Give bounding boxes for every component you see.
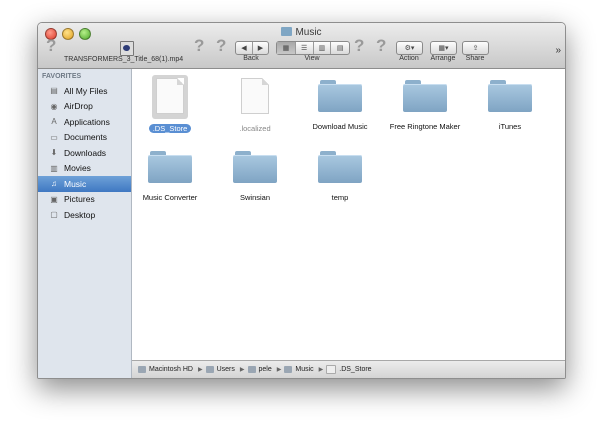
sidebar-item-airdrop[interactable]: ◉ AirDrop [38, 99, 131, 115]
sidebar-item-desktop[interactable]: ▢ Desktop [38, 207, 131, 223]
airdrop-icon: ◉ [50, 101, 58, 111]
forward-arrow-icon[interactable]: ▶ [253, 42, 268, 54]
folder-icon [318, 149, 362, 183]
folder-icon [281, 27, 293, 36]
folder-icon [403, 78, 447, 112]
folder-item-temp[interactable]: temp [300, 149, 380, 202]
document-icon [156, 78, 184, 114]
path-crumb-music[interactable]: Music [284, 366, 314, 373]
path-crumb-ds-store[interactable]: .DS_Store [326, 365, 372, 374]
path-separator-icon: ▶ [197, 367, 203, 373]
folder-item-itunes[interactable]: iTunes [470, 78, 550, 131]
file-label: .DS_Store [148, 124, 192, 133]
sidebar-item-applications[interactable]: A Applications [38, 114, 131, 130]
video-file-icon[interactable] [120, 41, 134, 56]
music-icon: ♫ [51, 179, 57, 189]
path-crumb-users[interactable]: Users [205, 366, 235, 373]
sidebar-item-music[interactable]: ♫ Music [38, 176, 131, 192]
path-separator-icon: ▶ [318, 367, 324, 373]
list-view-icon[interactable]: ☰ [296, 42, 314, 54]
column-view-icon[interactable]: ▥ [314, 42, 332, 54]
action-label: Action [399, 55, 419, 62]
share-button[interactable]: ⇪ [462, 41, 489, 55]
home-icon [247, 366, 256, 373]
sidebar-item-movies[interactable]: ▥ Movies [38, 161, 131, 177]
folder-icon [233, 149, 277, 183]
all-files-icon: ▤ [50, 86, 58, 96]
title-bar: Music ? TRANSFORMERS_3_Title_68(1).mp4 ?… [38, 23, 565, 69]
folder-icon [148, 149, 192, 183]
path-bar: Macintosh HD ▶ Users ▶ pele ▶ Music ▶ .D… [132, 360, 565, 378]
arrange-button[interactable]: ▦▾ [430, 41, 457, 55]
movies-icon: ▥ [50, 163, 58, 173]
file-label: Music Converter [142, 193, 198, 202]
folder-item-music-converter[interactable]: Music Converter [130, 149, 210, 202]
back-arrow-icon[interactable]: ◀ [236, 42, 253, 54]
documents-icon: ▭ [50, 132, 58, 142]
view-control: ▦ ☰ ▥ ▤ [276, 41, 350, 55]
document-icon [326, 365, 337, 374]
desktop-icon: ▢ [50, 210, 58, 220]
folder-item-free-ringtone-maker[interactable]: Free Ringtone Maker [385, 78, 465, 131]
view-label: View [304, 55, 320, 62]
unknown-toolbar-item-icon[interactable]: ? [194, 36, 204, 56]
file-label: Swinsian [239, 193, 270, 202]
unknown-toolbar-item-icon[interactable]: ? [376, 36, 386, 56]
sidebar-item-downloads[interactable]: ⬇ Downloads [38, 145, 131, 161]
finder-window: Music ? TRANSFORMERS_3_Title_68(1).mp4 ?… [37, 22, 566, 379]
unknown-toolbar-item-icon[interactable]: ? [46, 36, 56, 56]
file-label: Free Ringtone Maker [389, 122, 461, 131]
file-label: Download Music [312, 122, 368, 131]
document-icon [241, 78, 269, 114]
file-label: iTunes [498, 122, 522, 131]
file-item-localized[interactable]: .localized [215, 78, 295, 133]
folder-icon [205, 366, 214, 373]
file-label: .localized [239, 124, 271, 133]
coverflow-view-icon[interactable]: ▤ [331, 42, 349, 54]
action-button[interactable]: ⚙▾ [396, 41, 423, 55]
folder-item-swinsian[interactable]: Swinsian [215, 149, 295, 202]
unknown-toolbar-item-icon[interactable]: ? [354, 36, 364, 56]
sidebar-item-documents[interactable]: ▭ Documents [38, 130, 131, 146]
gear-icon: ⚙▾ [404, 45, 415, 52]
toolbar-overflow-chevron-icon[interactable]: » [555, 45, 561, 56]
folder-icon [488, 78, 532, 112]
path-separator-icon: ▶ [239, 367, 245, 373]
recent-file-label[interactable]: TRANSFORMERS_3_Title_68(1).mp4 [64, 56, 183, 63]
downloads-icon: ⬇ [50, 148, 58, 158]
path-crumb-macintosh-hd[interactable]: Macintosh HD [138, 366, 193, 373]
file-icon-grid: .DS_Store .localized Download Music Free… [132, 69, 565, 360]
window-title: Music [38, 27, 565, 38]
applications-icon: A [51, 117, 57, 127]
path-separator-icon: ▶ [276, 367, 282, 373]
hard-drive-icon [138, 366, 146, 373]
file-item-ds-store[interactable]: .DS_Store [130, 75, 210, 133]
sidebar: FAVORITES ▤ All My Files ◉ AirDrop A Applic… [38, 69, 132, 378]
share-label: Share [465, 55, 485, 62]
folder-icon [318, 78, 362, 112]
file-label: temp [331, 193, 349, 202]
back-label: Back [243, 55, 259, 62]
sidebar-item-pictures[interactable]: ▣ Pictures [38, 192, 131, 208]
sidebar-item-all-my-files[interactable]: ▤ All My Files [38, 83, 131, 99]
folder-icon [284, 366, 293, 373]
path-crumb-pele[interactable]: pele [247, 366, 272, 373]
icon-view-icon[interactable]: ▦ [277, 42, 296, 54]
back-forward-control: ◀ ▶ [235, 41, 269, 55]
arrange-grid-icon: ▦▾ [438, 45, 449, 52]
pictures-icon: ▣ [50, 194, 58, 204]
sidebar-heading: FAVORITES [42, 73, 82, 80]
share-icon: ⇪ [472, 45, 479, 52]
folder-item-download-music[interactable]: Download Music [300, 78, 380, 131]
unknown-toolbar-item-icon[interactable]: ? [216, 36, 226, 56]
